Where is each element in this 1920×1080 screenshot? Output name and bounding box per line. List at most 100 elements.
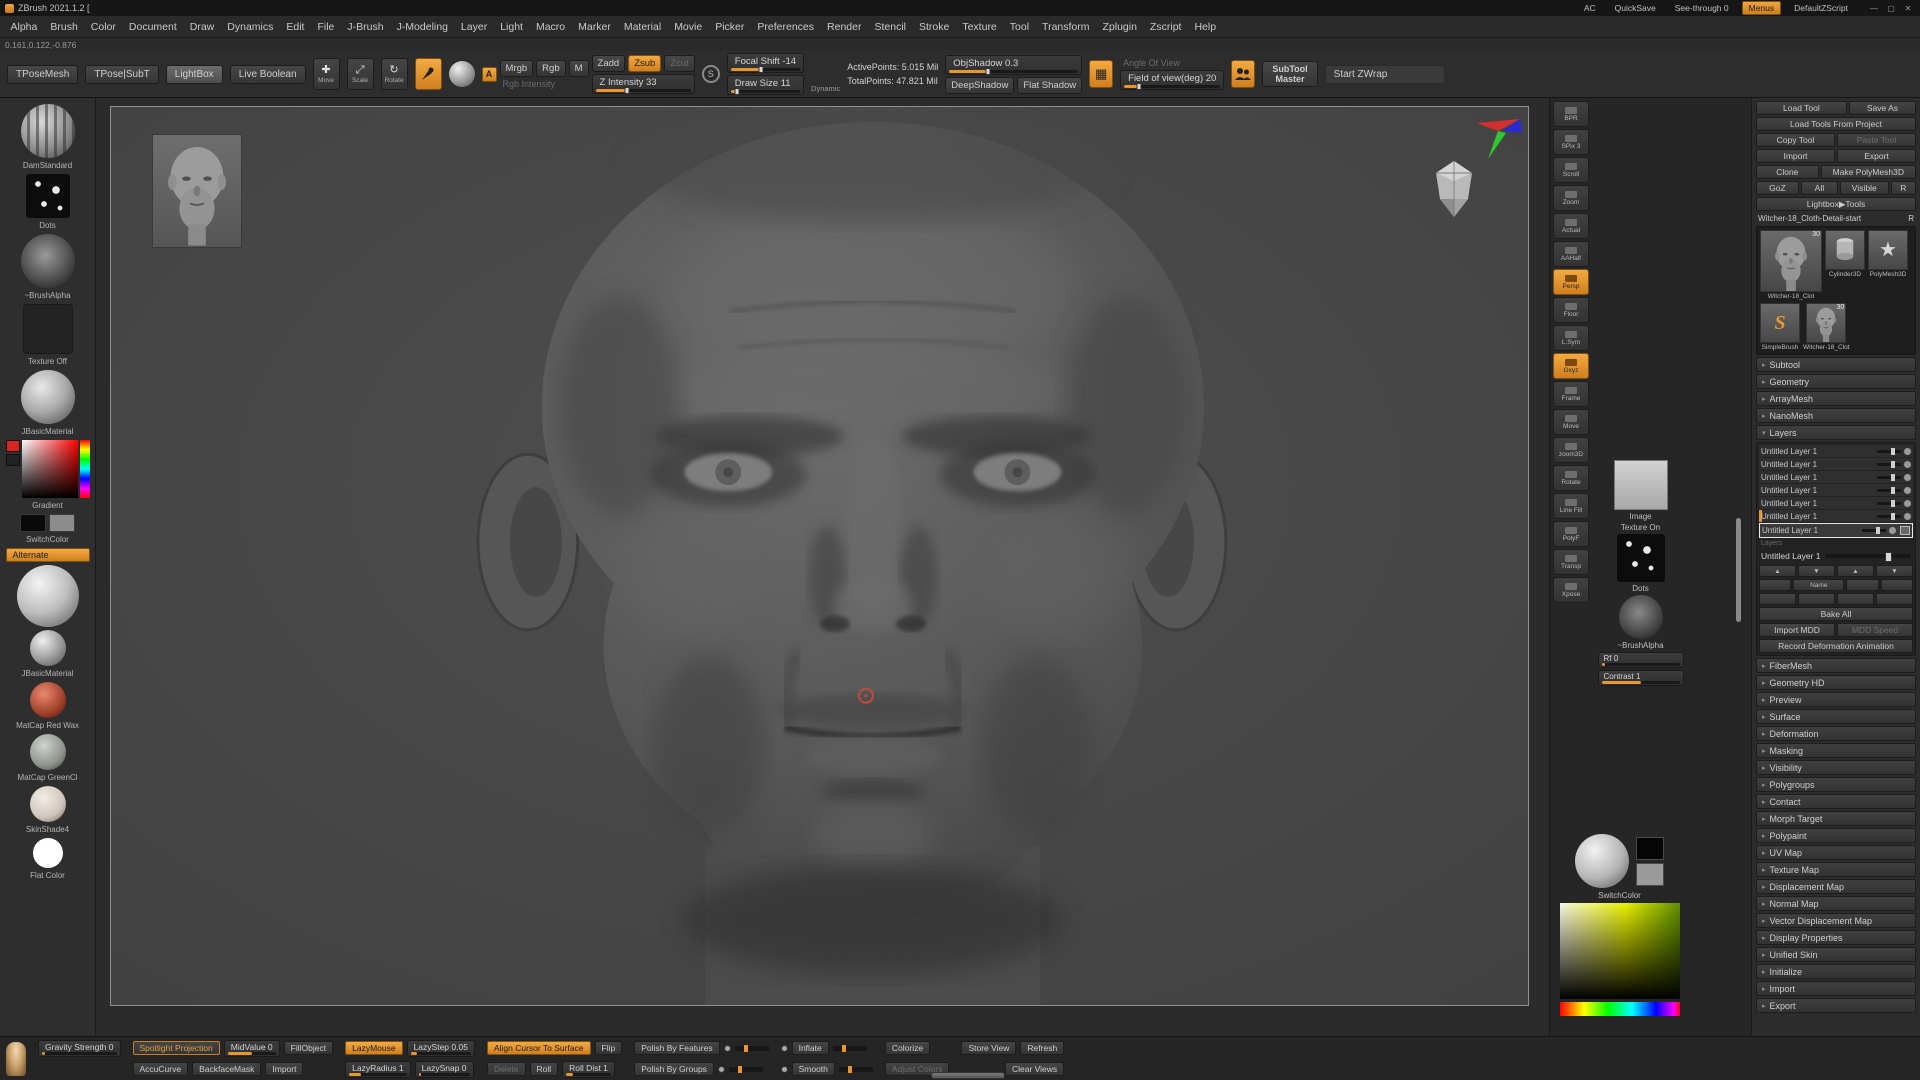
tool-section-header[interactable]: ▸ Morph Target bbox=[1756, 811, 1916, 826]
paste-tool-button[interactable]: Paste Tool bbox=[1837, 133, 1916, 147]
lazystep-slider[interactable]: LazyStep 0.05 bbox=[407, 1040, 475, 1057]
sculpted-head-model[interactable] bbox=[111, 107, 1528, 1005]
menu-item[interactable]: Alpha bbox=[4, 18, 44, 36]
current-tool-tag[interactable]: R bbox=[1908, 214, 1914, 223]
menu-item[interactable]: Layer bbox=[454, 18, 493, 36]
make-polymesh3d-button[interactable]: Make PolyMesh3D bbox=[1821, 165, 1916, 179]
move-tool-button[interactable]: ✚ Move bbox=[313, 58, 340, 90]
tool-section-header[interactable]: ▸ Initialize bbox=[1756, 964, 1916, 979]
reference-image-thumbnail[interactable] bbox=[153, 135, 241, 247]
menu-item[interactable]: Marker bbox=[572, 18, 618, 36]
layer-intensity-slider[interactable] bbox=[1862, 529, 1886, 532]
right-shelf-button[interactable]: AAHalf bbox=[1553, 241, 1589, 267]
ac-toggle[interactable]: AC bbox=[1578, 2, 1602, 14]
tool-section-header[interactable]: ▸ Contact bbox=[1756, 794, 1916, 809]
tool-section-header[interactable]: ▸ Normal Map bbox=[1756, 896, 1916, 911]
sculpt-viewport[interactable] bbox=[110, 106, 1529, 1006]
tool-section-header[interactable]: ▸ Geometry HD bbox=[1756, 675, 1916, 690]
quicksave-button[interactable]: QuickSave bbox=[1609, 2, 1662, 14]
smooth-button[interactable]: Smooth bbox=[792, 1062, 835, 1076]
layer-intensity-slider[interactable] bbox=[1877, 515, 1901, 518]
close-button[interactable]: ✕ bbox=[1901, 3, 1915, 14]
menu-item[interactable]: Brush bbox=[44, 18, 84, 36]
right-shelf-button[interactable]: Frame bbox=[1553, 381, 1589, 407]
fillobject-button[interactable]: FillObject bbox=[284, 1041, 333, 1055]
align-cursor-button[interactable]: Align Cursor To Surface bbox=[487, 1041, 591, 1055]
layer-down-button[interactable]: ▼ bbox=[1798, 565, 1835, 577]
right-shelf-button[interactable]: Scroll bbox=[1553, 157, 1589, 183]
tool-section-header[interactable]: ▸ Unified Skin bbox=[1756, 947, 1916, 962]
gravity-strength-slider[interactable]: Gravity Strength 0 bbox=[38, 1040, 121, 1057]
smooth-slider[interactable] bbox=[839, 1067, 873, 1072]
tool-thumb-witcher-small[interactable]: 30 Witcher-18_Clot bbox=[1803, 303, 1850, 351]
switch-color-button[interactable]: SwitchColor bbox=[1598, 891, 1641, 900]
menu-item[interactable]: Draw bbox=[183, 18, 221, 36]
invert-layer-button[interactable] bbox=[1837, 593, 1874, 605]
right-shelf-button[interactable]: zoom3D bbox=[1553, 437, 1589, 463]
menu-item[interactable]: Color bbox=[84, 18, 122, 36]
layer-visibility-icon[interactable] bbox=[1904, 474, 1911, 481]
subtool-master-icon[interactable] bbox=[1231, 60, 1255, 88]
layer-row[interactable]: Untitled Layer 1 bbox=[1759, 484, 1913, 496]
layer-row[interactable]: Untitled Layer 1 bbox=[1759, 523, 1913, 538]
inflate-button[interactable]: Inflate bbox=[792, 1041, 829, 1055]
tool-thumb-cylinder3d[interactable]: Cylinder3D bbox=[1825, 230, 1865, 278]
default-zscript-button[interactable]: DefaultZScript bbox=[1788, 2, 1854, 14]
tool-section-header[interactable]: ▸ Vector Displacement Map bbox=[1756, 913, 1916, 928]
layer-visibility-icon[interactable] bbox=[1904, 448, 1911, 455]
layer-visibility-icon[interactable] bbox=[1904, 513, 1911, 520]
zadd-button[interactable]: Zadd bbox=[592, 55, 626, 72]
mrgb-button[interactable]: Mrgb bbox=[500, 60, 534, 77]
tool-section-header[interactable]: ▸ Visibility bbox=[1756, 760, 1916, 775]
subtool-master-button[interactable]: SubTool Master bbox=[1262, 61, 1317, 87]
roll-dist-slider[interactable]: Roll Dist 1 bbox=[562, 1061, 615, 1078]
bake-all-button[interactable]: Bake All bbox=[1759, 607, 1913, 621]
spotlight-projection-button[interactable]: Spotlight Projection bbox=[133, 1041, 220, 1055]
tool-section-header[interactable]: ▸ Subtool bbox=[1756, 357, 1916, 372]
right-shelf-button[interactable]: Rotate bbox=[1553, 465, 1589, 491]
lazyradius-slider[interactable]: LazyRadius 1 bbox=[345, 1061, 411, 1078]
layer-visibility-icon[interactable] bbox=[1904, 500, 1911, 507]
roll-button[interactable]: Roll bbox=[530, 1062, 559, 1076]
stroke-dots-thumbnail[interactable] bbox=[1617, 534, 1665, 582]
right-shelf-button[interactable]: SPix 3 bbox=[1553, 129, 1589, 155]
right-shelf-button[interactable]: Move bbox=[1553, 409, 1589, 435]
delete-button[interactable]: Delete bbox=[487, 1062, 526, 1076]
tool-section-header[interactable]: ▸ Polygroups bbox=[1756, 777, 1916, 792]
right-shelf-button[interactable]: Zoom bbox=[1553, 185, 1589, 211]
menu-item[interactable]: Tool bbox=[1003, 18, 1035, 36]
main-color-swatch[interactable] bbox=[6, 440, 20, 452]
alpha-thumbnail[interactable] bbox=[21, 234, 75, 288]
split-layer-button[interactable] bbox=[1798, 593, 1835, 605]
switch-color-label[interactable]: SwitchColor bbox=[26, 535, 69, 545]
right-shelf-button[interactable]: Persp bbox=[1553, 269, 1589, 295]
dynamic-mode-label[interactable]: Dynamic bbox=[811, 84, 840, 97]
layer-intensity-slider[interactable] bbox=[1877, 450, 1901, 453]
focal-shift-slider[interactable]: Focal Shift -14 bbox=[727, 53, 804, 73]
lightbox-button[interactable]: LightBox bbox=[166, 65, 223, 84]
layer-options-button[interactable] bbox=[1876, 593, 1913, 605]
active-layer-slider[interactable] bbox=[1825, 554, 1911, 558]
material-skinshade4[interactable] bbox=[30, 786, 66, 822]
delete-layer-button[interactable] bbox=[1881, 579, 1913, 591]
import-spotlight-button[interactable]: Import bbox=[265, 1062, 303, 1076]
tool-section-header[interactable]: ▸ Displacement Map bbox=[1756, 879, 1916, 894]
right-shelf-button[interactable]: BPR bbox=[1553, 101, 1589, 127]
maximize-button[interactable]: ▢ bbox=[1884, 3, 1898, 14]
refresh-button[interactable]: Refresh bbox=[1020, 1041, 1064, 1055]
inflate-slider[interactable] bbox=[833, 1046, 867, 1051]
angle-of-view-slider[interactable]: Angle Of View bbox=[1120, 58, 1224, 68]
duplicate-layer-button[interactable] bbox=[1846, 579, 1878, 591]
layer-intensity-slider[interactable] bbox=[1877, 502, 1901, 505]
menu-item[interactable]: J-Modeling bbox=[390, 18, 454, 36]
menu-item[interactable]: Material bbox=[617, 18, 667, 36]
live-boolean-button[interactable]: Live Boolean bbox=[230, 65, 306, 84]
draw-size-slider[interactable]: Draw Size 11 bbox=[727, 75, 804, 95]
see-through-slider[interactable]: See-through 0 bbox=[1669, 2, 1735, 14]
menu-item[interactable]: Stroke bbox=[912, 18, 955, 36]
alternate-button[interactable]: Alternate bbox=[6, 548, 90, 562]
canvas-horizontal-scrollbar[interactable] bbox=[931, 1072, 1005, 1079]
polish-features-toggle[interactable] bbox=[724, 1045, 731, 1052]
menu-item[interactable]: Help bbox=[1188, 18, 1223, 36]
menu-item[interactable]: Stencil bbox=[868, 18, 913, 36]
